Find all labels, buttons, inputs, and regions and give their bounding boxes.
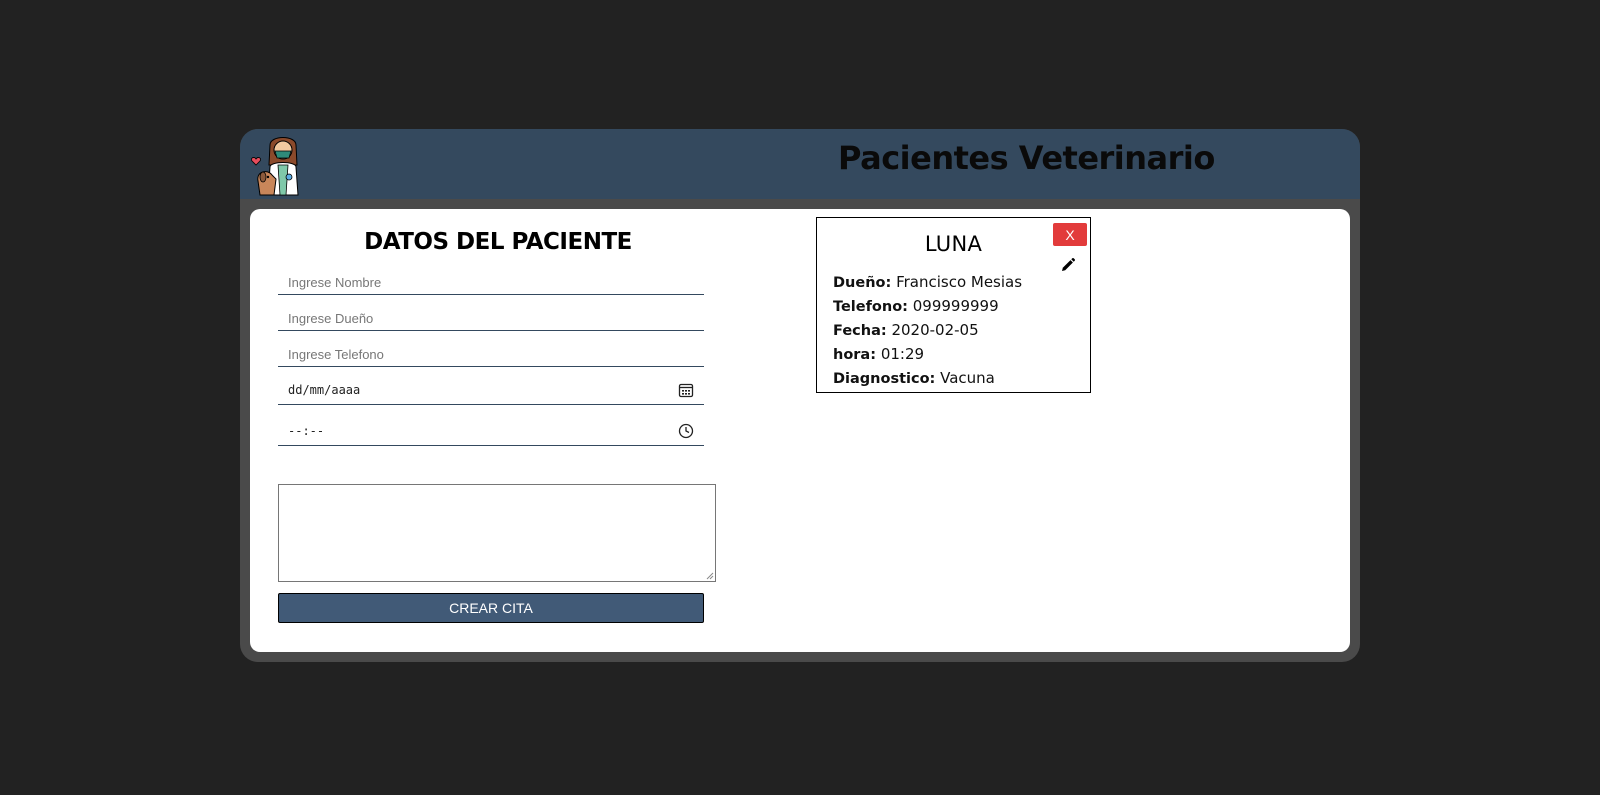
- patient-details: Dueño: Francisco Mesias Telefono: 099999…: [833, 271, 1022, 391]
- patient-name: LUNA: [924, 232, 983, 256]
- patient-card: LUNA X Dueño: Francisco Mesias Telefono:…: [816, 217, 1091, 393]
- hora-input[interactable]: --:--: [278, 416, 704, 446]
- page-title: Pacientes Veterinario: [838, 139, 1215, 177]
- fecha-input[interactable]: dd/mm/aaaa: [278, 375, 704, 405]
- pencil-icon[interactable]: [1060, 257, 1076, 273]
- nombre-placeholder: Ingrese Nombre: [288, 275, 382, 290]
- detail-label: Telefono:: [833, 299, 908, 315]
- clock-icon[interactable]: [678, 423, 694, 439]
- detail-row-dueno: Dueño: Francisco Mesias: [833, 271, 1022, 295]
- detail-label: hora:: [833, 347, 877, 363]
- telefono-placeholder: Ingrese Telefono: [288, 347, 384, 362]
- resize-grip-icon[interactable]: [706, 572, 714, 580]
- detail-label: Fecha:: [833, 323, 887, 339]
- detail-value: Vacuna: [940, 369, 995, 387]
- app-container: Pacientes Veterinario DATOS DEL PACIENTE…: [240, 129, 1360, 662]
- diagnostico-textarea[interactable]: [278, 484, 716, 582]
- detail-value: 2020-02-05: [891, 321, 979, 339]
- app-header: Pacientes Veterinario: [240, 129, 1360, 199]
- detail-row-diagnostico: Diagnostico: Vacuna: [833, 367, 1022, 391]
- detail-value: 01:29: [880, 345, 925, 363]
- form-title: DATOS DEL PACIENTE: [364, 229, 632, 255]
- detail-row-telefono: Telefono: 099999999: [833, 295, 1022, 319]
- detail-row-hora: hora: 01:29: [833, 343, 1022, 367]
- main-content: DATOS DEL PACIENTE Ingrese Nombre Ingres…: [250, 209, 1350, 652]
- delete-button[interactable]: X: [1053, 223, 1087, 246]
- calendar-icon[interactable]: [678, 382, 694, 398]
- dueno-input[interactable]: Ingrese Dueño: [278, 307, 704, 331]
- nombre-input[interactable]: Ingrese Nombre: [278, 271, 704, 295]
- fecha-placeholder: dd/mm/aaaa: [288, 382, 361, 397]
- dueno-placeholder: Ingrese Dueño: [288, 311, 374, 326]
- detail-label: Diagnostico:: [833, 371, 936, 387]
- detail-value: 099999999: [912, 297, 999, 315]
- veterinarian-with-dog-icon: [251, 137, 299, 196]
- detail-row-fecha: Fecha: 2020-02-05: [833, 319, 1022, 343]
- crear-cita-button[interactable]: CREAR CITA: [278, 593, 704, 623]
- detail-label: Dueño:: [833, 275, 892, 291]
- detail-value: Francisco Mesias: [896, 273, 1023, 291]
- hora-placeholder: --:--: [288, 423, 325, 438]
- telefono-input[interactable]: Ingrese Telefono: [278, 343, 704, 367]
